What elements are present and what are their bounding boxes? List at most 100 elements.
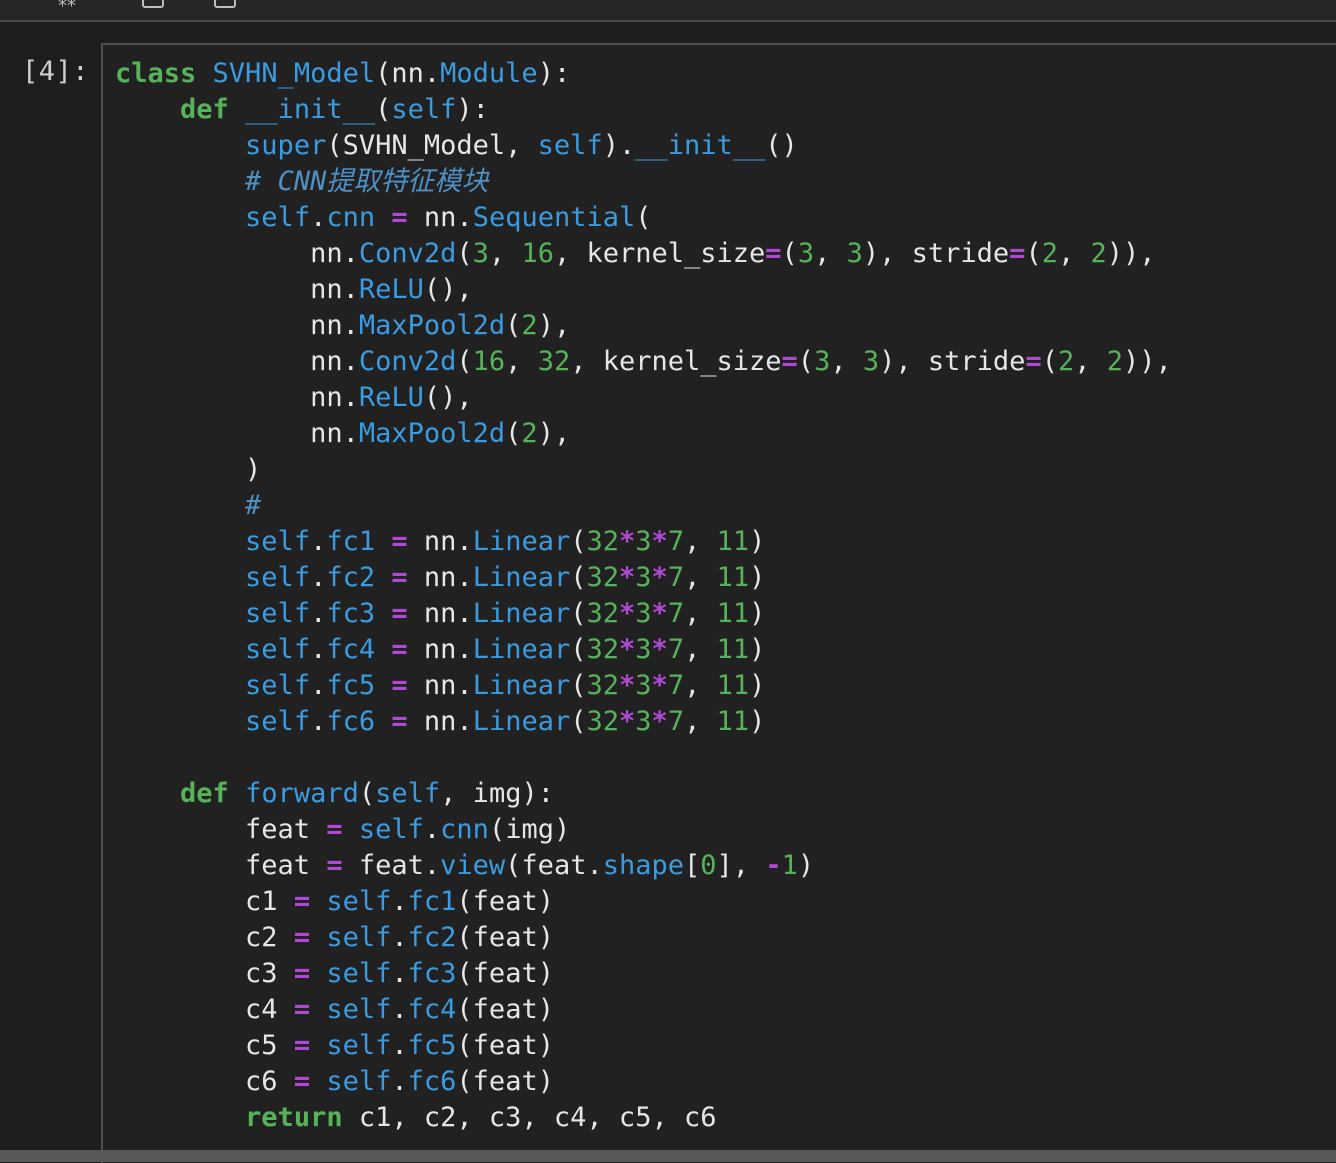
code-token: 7 [667, 526, 685, 557]
code-token: nn. [407, 526, 473, 557]
code-token: Sequential [472, 202, 636, 233]
code-token: fc3 [326, 598, 376, 629]
code-line: feat = self.cnn(img) [115, 812, 1172, 848]
code-line: c2 = self.fc2(feat) [115, 920, 1172, 956]
code-token: = [293, 994, 311, 1025]
code-token: def [180, 778, 229, 809]
code-line: c3 = self.fc3(feat) [115, 956, 1172, 992]
code-token: . [423, 814, 441, 845]
code-token: self [245, 526, 311, 557]
code-line: nn.ReLU(), [115, 272, 1172, 308]
code-token: , [830, 346, 863, 377]
code-token: 32 [586, 598, 620, 629]
code-token: feat. [342, 850, 441, 881]
code-token: ) [115, 454, 262, 485]
code-token: fc1 [326, 526, 376, 557]
horizontal-scrollbar[interactable] [0, 1150, 1336, 1162]
code-token: view [440, 850, 506, 881]
code-token: * [651, 598, 668, 629]
code-token: nn. [407, 634, 473, 665]
copy-icon[interactable] [142, 0, 164, 8]
code-token: self [326, 886, 392, 917]
code-token: . [310, 670, 327, 701]
code-token: ( [1041, 346, 1058, 377]
code-token: . [391, 1066, 408, 1097]
code-token: = [1025, 346, 1042, 377]
code-token: self [245, 634, 311, 665]
code-token: 3 [846, 238, 863, 269]
code-token: 3 [635, 670, 652, 701]
code-token: ( [505, 310, 522, 341]
code-token: 7 [667, 634, 685, 665]
code-cell[interactable]: class SVHN_Model(nn.Module): def __init_… [101, 43, 1336, 1163]
code-token: 32 [586, 670, 620, 701]
code-token: 3 [635, 634, 652, 665]
code-token: (), [423, 382, 473, 413]
code-token: fc4 [407, 994, 457, 1025]
code-token: . [391, 1030, 408, 1061]
code-token: Linear [472, 562, 571, 593]
code-line: def __init__(self): [115, 92, 1172, 128]
code-token: self [391, 94, 457, 125]
code-token: * [619, 526, 636, 557]
code-token: 11 [716, 706, 750, 737]
code-token: fc3 [407, 958, 457, 989]
code-editor[interactable]: class SVHN_Model(nn.Module): def __init_… [115, 56, 1172, 1136]
code-token: ( [1025, 238, 1042, 269]
code-token: Linear [472, 634, 571, 665]
code-token: c2 [115, 922, 294, 953]
code-token: ( [635, 202, 652, 233]
code-token: nn. [115, 418, 359, 449]
code-token: (feat) [456, 958, 554, 989]
code-token: ( [570, 526, 587, 557]
code-token: 32 [586, 634, 620, 665]
code-token: fc4 [326, 634, 376, 665]
code-token: . [391, 922, 408, 953]
code-token: self [326, 1066, 392, 1097]
code-token: fc2 [407, 922, 457, 953]
code-token: nn. [115, 346, 359, 377]
code-token: * [651, 562, 668, 593]
code-token: 3 [635, 706, 652, 737]
code-token: 32 [537, 346, 571, 377]
code-token: = [391, 202, 408, 233]
code-token: = [391, 706, 408, 737]
code-token: * [651, 706, 668, 737]
code-token: , [684, 526, 717, 557]
code-token: 32 [586, 526, 620, 557]
code-token: shape [602, 850, 684, 881]
code-token: fc5 [326, 670, 376, 701]
code-token: = [391, 562, 408, 593]
code-token: 1 [781, 850, 798, 881]
code-token: ( [570, 706, 587, 737]
code-token: . [391, 994, 408, 1025]
code-token: Linear [472, 598, 571, 629]
code-token: 3 [814, 346, 831, 377]
code-line: nn.ReLU(), [115, 380, 1172, 416]
code-token: 7 [667, 562, 685, 593]
code-token: self [245, 598, 311, 629]
code-token: __init__ [635, 130, 766, 161]
code-line: class SVHN_Model(nn.Module): [115, 56, 1172, 92]
code-token: ( [456, 346, 473, 377]
code-token: c1 [115, 886, 294, 917]
code-token: ) [749, 598, 766, 629]
code-token: self [358, 814, 424, 845]
code-token: 2 [1041, 238, 1058, 269]
code-token: (SVHN_Model, [326, 130, 538, 161]
code-token: ) [749, 562, 766, 593]
code-token: (feat) [456, 1030, 554, 1061]
run-icon[interactable]: ⁂ [58, 0, 76, 11]
code-token: class [115, 58, 197, 89]
code-token: ), [537, 418, 571, 449]
code-token: return [245, 1102, 343, 1133]
code-line: c6 = self.fc6(feat) [115, 1064, 1172, 1100]
paste-icon[interactable] [214, 0, 236, 8]
